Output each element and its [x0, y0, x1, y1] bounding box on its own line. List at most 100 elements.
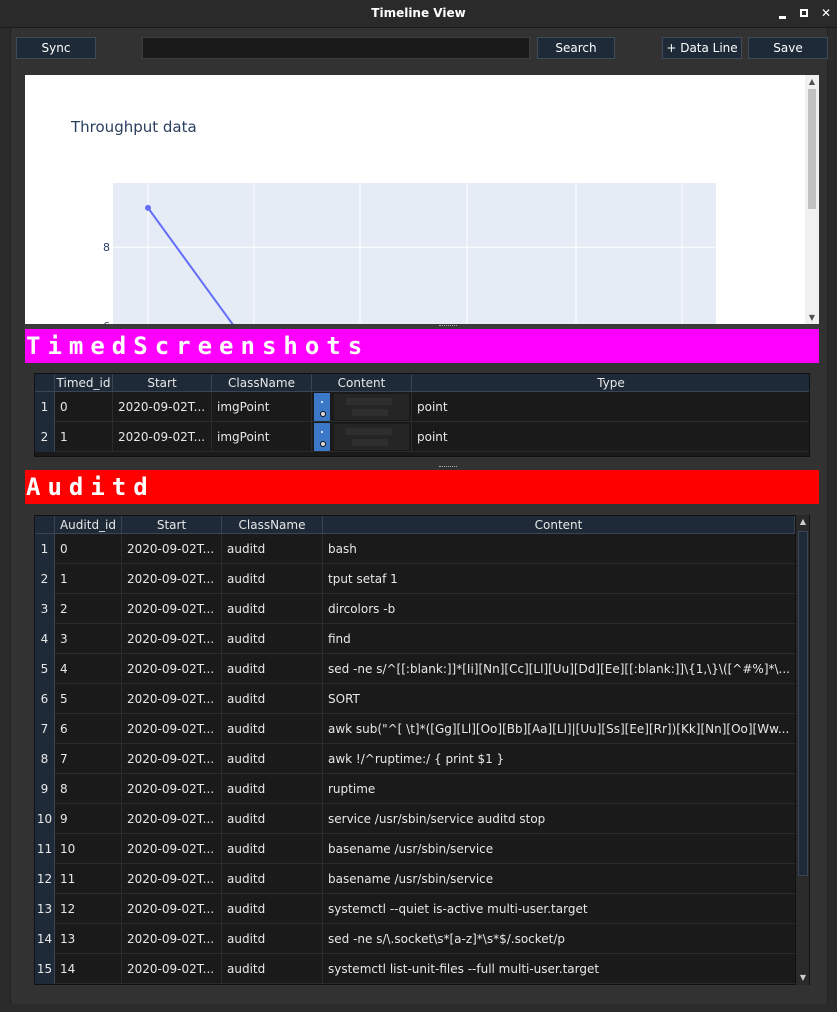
table-row[interactable]: 1 2020-09-02T... auditd tput setaf 1: [55, 564, 795, 594]
save-button[interactable]: Save: [748, 37, 828, 59]
cell-classname[interactable]: auditd: [222, 624, 323, 654]
cell-start[interactable]: 2020-09-02T...: [122, 744, 222, 774]
row-number[interactable]: 3: [35, 594, 55, 624]
column-header-start[interactable]: Start: [122, 516, 222, 534]
scroll-up-arrow-icon[interactable]: ▲: [805, 76, 819, 88]
cell-content[interactable]: service /usr/sbin/service auditd stop: [323, 804, 795, 834]
cell-classname[interactable]: auditd: [222, 594, 323, 624]
cell-auditd-id[interactable]: 13: [55, 924, 122, 954]
row-number[interactable]: 9: [35, 774, 55, 804]
row-number[interactable]: 1: [35, 392, 55, 422]
cell-auditd-id[interactable]: 8: [55, 774, 122, 804]
cell-content[interactable]: bash: [323, 534, 795, 564]
cell-classname[interactable]: auditd: [222, 714, 323, 744]
cell-content[interactable]: find: [323, 624, 795, 654]
cell-content[interactable]: SORT: [323, 684, 795, 714]
row-number[interactable]: 7: [35, 714, 55, 744]
cell-content[interactable]: sed -ne s/^[[:blank:]]*[Ii][Nn][Cc][Ll][…: [323, 654, 795, 684]
row-number[interactable]: 4: [35, 624, 55, 654]
cell-content[interactable]: systemctl list-unit-files --full multi-u…: [323, 954, 795, 984]
cell-classname[interactable]: auditd: [222, 654, 323, 684]
cell-content[interactable]: basename /usr/sbin/service: [323, 864, 795, 894]
cell-classname[interactable]: auditd: [222, 744, 323, 774]
cell-classname[interactable]: auditd: [222, 864, 323, 894]
row-number[interactable]: 6: [35, 684, 55, 714]
cell-start[interactable]: 2020-09-02T...: [122, 684, 222, 714]
column-header-start[interactable]: Start: [113, 374, 212, 392]
cell-auditd-id[interactable]: 12: [55, 894, 122, 924]
minimize-icon[interactable]: [776, 6, 790, 20]
cell-start[interactable]: 2020-09-02T...: [122, 834, 222, 864]
table-row[interactable]: 12 2020-09-02T... auditd systemctl --quiet …: [55, 894, 795, 924]
table-row[interactable]: 11 2020-09-02T... auditd basename /usr/sbin…: [55, 864, 795, 894]
cell-classname[interactable]: auditd: [222, 834, 323, 864]
cell-classname[interactable]: auditd: [222, 774, 323, 804]
cell-start[interactable]: 2020-09-02T...: [122, 864, 222, 894]
table-row[interactable]: 5 2020-09-02T... auditd SORT: [55, 684, 795, 714]
cell-content[interactable]: basename /usr/sbin/service: [323, 834, 795, 864]
row-number[interactable]: 8: [35, 744, 55, 774]
cell-auditd-id[interactable]: 11: [55, 864, 122, 894]
column-header-auditd-id[interactable]: Auditd_id: [55, 516, 122, 534]
cell-auditd-id[interactable]: 0: [55, 534, 122, 564]
cell-classname[interactable]: auditd: [222, 924, 323, 954]
cell-start[interactable]: 2020-09-02T...: [122, 714, 222, 744]
plot-scrollbar[interactable]: ▲ ▼: [805, 75, 819, 325]
cell-content[interactable]: ruptime: [323, 774, 795, 804]
cell-classname[interactable]: auditd: [222, 534, 323, 564]
cell-classname[interactable]: auditd: [222, 684, 323, 714]
table-row[interactable]: 7 2020-09-02T... auditd awk !/^ruptime:/ { …: [55, 744, 795, 774]
row-number[interactable]: 2: [35, 422, 55, 452]
add-data-line-button[interactable]: + Data Line: [662, 37, 742, 59]
cell-auditd-id[interactable]: 6: [55, 714, 122, 744]
cell-start[interactable]: 2020-09-02T...: [122, 624, 222, 654]
cell-content[interactable]: awk sub("^[ \t]*([Gg][Ll][Oo][Bb][Aa][Ll…: [323, 714, 795, 744]
timed-screenshots-table[interactable]: Timed_id Start ClassName Content Type 1 …: [34, 373, 810, 457]
cell-start[interactable]: 2020-09-02T...: [122, 564, 222, 594]
column-header-timed-id[interactable]: Timed_id: [55, 374, 113, 392]
scroll-up-arrow-icon[interactable]: ▲: [796, 516, 810, 528]
sync-button[interactable]: Sync: [16, 37, 96, 59]
row-number[interactable]: 12: [35, 864, 55, 894]
row-number[interactable]: 11: [35, 834, 55, 864]
cell-start[interactable]: 2020-09-02T...: [113, 392, 212, 422]
cell-auditd-id[interactable]: 10: [55, 834, 122, 864]
row-number[interactable]: 1: [35, 534, 55, 564]
column-header-content[interactable]: Content: [323, 516, 795, 534]
cell-auditd-id[interactable]: 7: [55, 744, 122, 774]
cell-content[interactable]: dircolors -b: [323, 594, 795, 624]
cell-auditd-id[interactable]: 3: [55, 624, 122, 654]
cell-start[interactable]: 2020-09-02T...: [122, 924, 222, 954]
throughput-plot-panel[interactable]: 68Throughput data: [25, 75, 819, 325]
column-header-content[interactable]: Content: [312, 374, 412, 392]
table-row[interactable]: 13 2020-09-02T... auditd sed -ne s/\.socket…: [55, 924, 795, 954]
cell-timed-id[interactable]: 0: [55, 392, 113, 422]
cell-content[interactable]: sed -ne s/\.socket\s*[a-z]*\s*$/.socket/…: [323, 924, 795, 954]
table-row[interactable]: 10 2020-09-02T... auditd basename /usr/sbin…: [55, 834, 795, 864]
row-number[interactable]: 14: [35, 924, 55, 954]
table-row[interactable]: 4 2020-09-02T... auditd sed -ne s/^[[:blank…: [55, 654, 795, 684]
row-number[interactable]: 5: [35, 654, 55, 684]
cell-auditd-id[interactable]: 4: [55, 654, 122, 684]
cell-content[interactable]: tput setaf 1: [323, 564, 795, 594]
scroll-down-arrow-icon[interactable]: ▼: [805, 312, 819, 324]
table-corner[interactable]: [35, 374, 55, 392]
table-row[interactable]: 1 2020-09-02T... imgPoint point: [55, 422, 809, 452]
cell-classname[interactable]: auditd: [222, 894, 323, 924]
cell-start[interactable]: 2020-09-02T...: [122, 534, 222, 564]
table-row[interactable]: 3 2020-09-02T... auditd find: [55, 624, 795, 654]
maximize-icon[interactable]: [797, 6, 811, 20]
table-row[interactable]: 6 2020-09-02T... auditd awk sub("^[ \t]*([G…: [55, 714, 795, 744]
row-number[interactable]: 15: [35, 954, 55, 984]
table-row[interactable]: 14 2020-09-02T... auditd systemctl list-uni…: [55, 954, 795, 984]
cell-auditd-id[interactable]: 14: [55, 954, 122, 984]
auditd-scrollbar-thumb[interactable]: [798, 531, 808, 876]
cell-auditd-id[interactable]: 5: [55, 684, 122, 714]
cell-auditd-id[interactable]: 1: [55, 564, 122, 594]
table-row[interactable]: 9 2020-09-02T... auditd service /usr/sbin/s…: [55, 804, 795, 834]
row-number[interactable]: 13: [35, 894, 55, 924]
screenshot-thumbnail[interactable]: [312, 392, 412, 422]
column-header-classname[interactable]: ClassName: [222, 516, 323, 534]
cell-type[interactable]: point: [412, 392, 809, 422]
auditd-table[interactable]: Auditd_id Start ClassName Content 1 0 2020…: [34, 515, 810, 985]
